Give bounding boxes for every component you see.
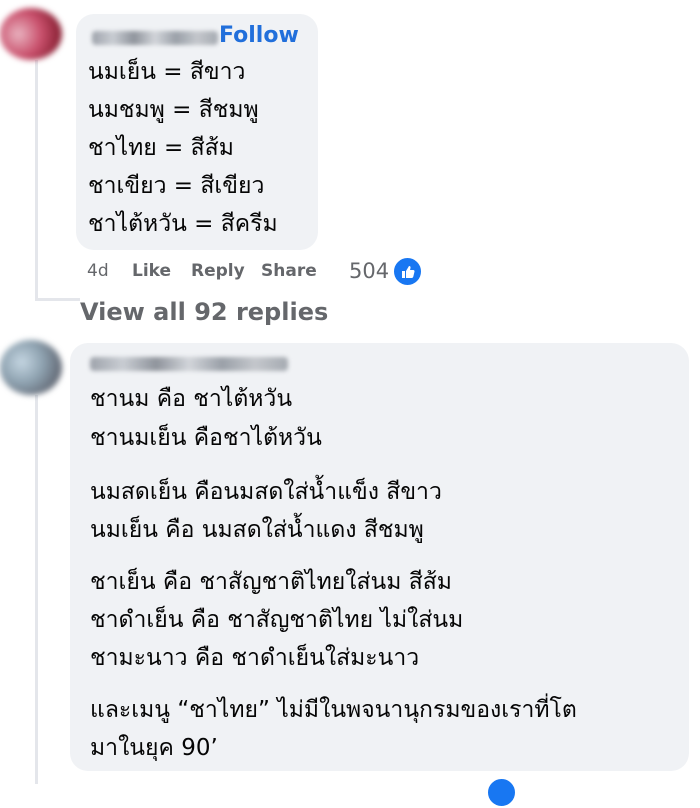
reply-button[interactable]: Reply (191, 261, 245, 281)
comment-text-line: ชาดำเย็น คือ ชาสัญชาติไทย ไม่ใส่นม (90, 607, 464, 633)
comment-text-line: นมเย็น คือ นมสดใส่น้ำแดง สีชมพู (90, 517, 424, 543)
thread-connector-1 (35, 298, 80, 301)
comment-text-line: ชาเขียว = สีเขียว (88, 173, 265, 199)
avatar[interactable] (0, 8, 62, 60)
avatar[interactable] (0, 340, 62, 395)
like-button[interactable]: Like (132, 261, 171, 281)
comment-text-line: นมสดเย็น คือนมสดใส่น้ำแข็ง สีขาว (90, 479, 442, 505)
comment-text-line: ชามะนาว คือ ชาดำเย็นใส่มะนาว (90, 645, 420, 671)
comment-text-line: ชาไต้หวัน = สีครีม (88, 211, 278, 237)
comment-text-line: ชานมเย็น คือชาไต้หวัน (90, 425, 322, 451)
comment-text-line: ชาไทย = สีส้ม (88, 135, 234, 161)
view-all-replies-link[interactable]: View all 92 replies (80, 298, 328, 326)
thread-line-2 (35, 395, 38, 784)
comment-bubble-2: ชานม คือ ชาไต้หวัน ชานมเย็น คือชาไต้หวัน… (70, 343, 689, 771)
comment-text-line: นมชมพู = สีชมพู (88, 97, 259, 123)
commenter-name[interactable] (92, 31, 218, 45)
comment-text-line: ชาเย็น คือ ชาสัญชาติไทยใส่นม สีส้ม (90, 569, 452, 595)
comment-text-line: และเมนู “ชาไทย” ไม่มีในพจนานุกรมของเราที… (90, 697, 577, 723)
comment-text-line: ชานม คือ ชาไต้หวัน (90, 386, 293, 412)
comment-timestamp[interactable]: 4d (87, 261, 109, 281)
thread-line-1 (35, 60, 38, 300)
reaction-count[interactable]: 504 (349, 259, 389, 283)
like-icon[interactable] (392, 256, 423, 287)
comment-text-line: นมเย็น = สีขาว (88, 59, 246, 85)
like-icon[interactable] (486, 777, 517, 808)
follow-button[interactable]: Follow (219, 23, 299, 48)
comment-text-line: มาในยุค 90’ (90, 735, 218, 761)
commenter-name[interactable] (90, 357, 288, 371)
share-button[interactable]: Share (261, 261, 317, 281)
comment-bubble-1: Follow นมเย็น = สีขาว นมชมพู = สีชมพู ชา… (76, 14, 318, 250)
